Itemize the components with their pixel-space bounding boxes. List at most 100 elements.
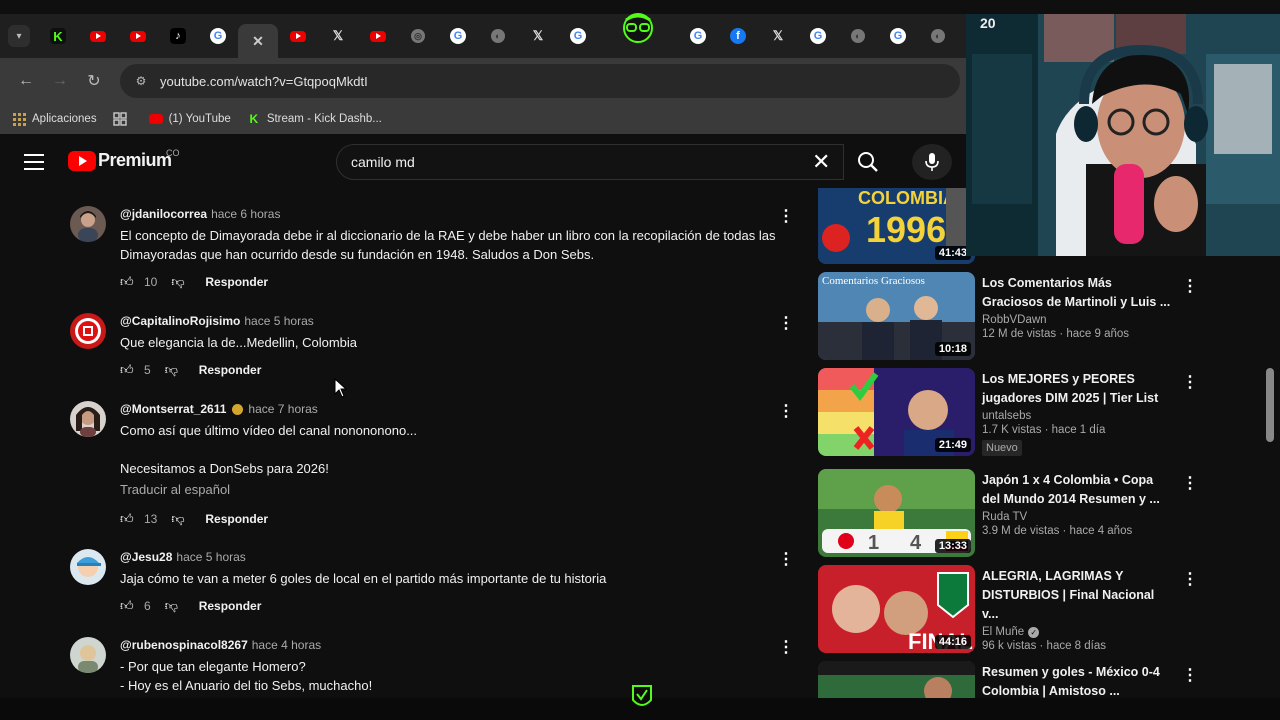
- comment-time[interactable]: hace 7 horas: [248, 402, 317, 416]
- more-vert-icon[interactable]: ⋮: [1182, 276, 1198, 296]
- video-channel[interactable]: El Muñe ✓: [982, 626, 1172, 638]
- avatar[interactable]: [70, 313, 106, 349]
- browser-tab[interactable]: 𝕏: [758, 21, 798, 51]
- tab-groups-icon[interactable]: [112, 112, 133, 126]
- new-badge: Nuevo: [982, 440, 1022, 456]
- browser-tab[interactable]: ◐: [838, 21, 878, 51]
- reply-button[interactable]: Responder: [205, 275, 268, 289]
- avatar[interactable]: [70, 401, 106, 437]
- reply-button[interactable]: Responder: [199, 599, 262, 613]
- reply-button[interactable]: Responder: [199, 363, 262, 377]
- back-arrow-icon[interactable]: ←: [12, 67, 40, 95]
- browser-tab[interactable]: ♪: [158, 21, 198, 51]
- bookmark-apps[interactable]: Aplicaciones: [12, 112, 97, 126]
- video-title[interactable]: Los MEJORES y PEORES jugadores DIM 2025 |…: [982, 370, 1172, 408]
- browser-tab[interactable]: G: [798, 21, 838, 51]
- browser-tab[interactable]: ◎: [398, 21, 438, 51]
- browser-tab[interactable]: G: [198, 21, 238, 51]
- browser-tab[interactable]: G: [678, 21, 718, 51]
- menu-icon[interactable]: [24, 154, 44, 170]
- more-vert-icon[interactable]: ⋮: [778, 401, 794, 421]
- comment-author[interactable]: @CapitalinoRojisimo: [120, 314, 240, 328]
- browser-tab[interactable]: G: [878, 21, 918, 51]
- close-tab-icon[interactable]: ✕: [250, 33, 266, 49]
- comment-author[interactable]: @Montserrat_2611: [120, 402, 226, 416]
- more-vert-icon[interactable]: ⋮: [778, 313, 794, 333]
- video-title[interactable]: Japón 1 x 4 Colombia • Copa del Mundo 201…: [982, 471, 1172, 509]
- more-vert-icon[interactable]: ⋮: [778, 637, 794, 657]
- voice-search-button[interactable]: [912, 144, 952, 180]
- thumbs-up-icon[interactable]: 👍︎: [120, 511, 136, 527]
- video-thumbnail[interactable]: COLOMBIA 1996 41:43: [818, 188, 975, 264]
- bookmark-youtube[interactable]: (1) YouTube: [148, 112, 231, 126]
- thumbs-up-icon[interactable]: 👍︎: [120, 274, 136, 290]
- address-bar[interactable]: ⚙ youtube.com/watch?v=GtqpoqMkdtI: [120, 64, 960, 98]
- browser-tab[interactable]: G: [438, 21, 478, 51]
- google-icon: G: [570, 28, 586, 44]
- browser-tab[interactable]: K: [38, 21, 78, 51]
- site-settings-icon[interactable]: ⚙: [132, 72, 150, 90]
- clear-search-icon[interactable]: ✕: [812, 151, 830, 173]
- browser-tab[interactable]: 𝕏: [318, 21, 358, 51]
- comment-actions: 👍︎ 10 👎︎ Responder: [120, 274, 780, 290]
- search-input[interactable]: camilo md: [336, 144, 844, 180]
- video-title[interactable]: ALEGRIA, LAGRIMAS Y DISTURBIOS | Final Na…: [982, 567, 1172, 624]
- video-thumbnail[interactable]: Comentarios Graciosos 10:18: [818, 272, 975, 360]
- more-vert-icon[interactable]: ⋮: [778, 206, 794, 226]
- video-thumbnail[interactable]: FINAL 44:16: [818, 565, 975, 653]
- more-vert-icon[interactable]: ⋮: [1182, 569, 1198, 589]
- browser-tab[interactable]: [358, 21, 398, 51]
- browser-tab[interactable]: [78, 21, 118, 51]
- browser-tab[interactable]: 𝕏: [518, 21, 558, 51]
- browser-tab[interactable]: [278, 21, 318, 51]
- thumbs-down-icon[interactable]: 👎︎: [171, 274, 187, 290]
- avatar[interactable]: [70, 206, 106, 242]
- comment-time[interactable]: hace 5 horas: [176, 550, 245, 564]
- comment-author[interactable]: @rubenospinacol8267: [120, 638, 248, 652]
- browser-tab[interactable]: ◐: [478, 21, 518, 51]
- browser-tab[interactable]: f: [718, 21, 758, 51]
- mouse-cursor-icon: [334, 378, 348, 398]
- browser-tab-active[interactable]: ✕: [238, 24, 278, 58]
- search-button[interactable]: [844, 144, 892, 180]
- avatar[interactable]: [70, 637, 106, 673]
- tab-search-dropdown-icon[interactable]: ▾: [8, 25, 30, 47]
- forward-arrow-icon[interactable]: →: [46, 67, 74, 95]
- comment-time[interactable]: hace 6 horas: [211, 207, 280, 221]
- video-channel[interactable]: Ruda TV: [982, 511, 1172, 523]
- more-vert-icon[interactable]: ⋮: [778, 549, 794, 569]
- thumbs-down-icon[interactable]: 👎︎: [165, 362, 181, 378]
- video-title[interactable]: Resumen y goles - México 0-4 Colombia | A…: [982, 663, 1172, 698]
- comment-time[interactable]: hace 4 horas: [252, 638, 321, 652]
- youtube-premium-logo[interactable]: Premium CO: [68, 148, 180, 171]
- avatar[interactable]: [70, 549, 106, 585]
- browser-tab[interactable]: [118, 21, 158, 51]
- bookmark-kick[interactable]: K Stream - Kick Dashb...: [247, 112, 381, 126]
- scrollbar-thumb[interactable]: [1266, 368, 1274, 442]
- video-thumbnail[interactable]: 1 4 13:33: [818, 469, 975, 557]
- thumbs-up-icon[interactable]: 👍︎: [120, 362, 136, 378]
- video-title[interactable]: Los Comentarios Más Graciosos de Martinol…: [982, 274, 1172, 312]
- video-thumbnail[interactable]: 21:49: [818, 368, 975, 456]
- video-channel[interactable]: untalsebs: [982, 410, 1172, 422]
- browser-tab[interactable]: G: [558, 21, 598, 51]
- browser-tab[interactable]: ◐: [918, 21, 958, 51]
- comment-author[interactable]: @Jesu28: [120, 550, 172, 564]
- thumbs-up-icon[interactable]: 👍︎: [120, 598, 136, 614]
- thumbs-down-icon[interactable]: 👎︎: [171, 511, 187, 527]
- translate-link[interactable]: Traducir al español: [120, 482, 780, 497]
- video-thumbnail[interactable]: [818, 661, 975, 698]
- globe-icon: ◐: [931, 29, 945, 43]
- reload-icon[interactable]: ↻: [80, 67, 108, 95]
- more-vert-icon[interactable]: ⋮: [1182, 473, 1198, 493]
- comment-line: Dimayoradas que han ocurrido desde su fu…: [120, 247, 595, 262]
- thumbs-down-icon[interactable]: 👎︎: [165, 598, 181, 614]
- comment-time[interactable]: hace 5 horas: [244, 314, 313, 328]
- browser-tab[interactable]: [598, 13, 678, 51]
- comment-author[interactable]: @jdanilocorrea: [120, 207, 207, 221]
- more-vert-icon[interactable]: ⋮: [1182, 665, 1198, 685]
- video-channel[interactable]: RobbVDawn: [982, 314, 1172, 326]
- reply-button[interactable]: Responder: [205, 512, 268, 526]
- more-vert-icon[interactable]: ⋮: [1182, 372, 1198, 392]
- youtube-icon: [130, 30, 146, 42]
